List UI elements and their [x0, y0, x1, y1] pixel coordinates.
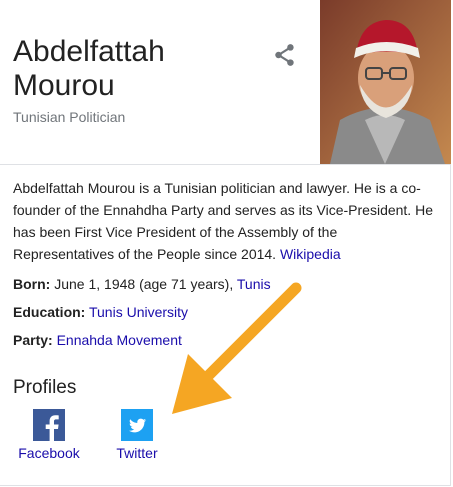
- profile-twitter-label: Twitter: [116, 445, 158, 461]
- knowledge-panel: Abdelfattah Mourou Tunisian Politician A…: [0, 0, 451, 486]
- fact-born: Born: June 1, 1948 (age 71 years), Tunis: [13, 273, 271, 295]
- fact-party-label: Party:: [13, 332, 53, 348]
- twitter-icon: [121, 409, 153, 441]
- fact-education-label: Education:: [13, 304, 86, 320]
- fact-party-link[interactable]: Ennahda Movement: [57, 332, 182, 348]
- fact-born-link[interactable]: Tunis: [237, 276, 271, 292]
- panel-header: Abdelfattah Mourou Tunisian Politician: [0, 0, 451, 165]
- fact-education-link[interactable]: Tunis University: [89, 304, 188, 320]
- profile-facebook[interactable]: Facebook: [9, 409, 89, 461]
- fact-education: Education: Tunis University: [13, 301, 188, 323]
- entity-photo[interactable]: [320, 0, 451, 164]
- profile-twitter[interactable]: Twitter: [97, 409, 177, 461]
- profiles-heading: Profiles: [13, 377, 77, 398]
- share-button[interactable]: [272, 42, 298, 68]
- fact-born-value: June 1, 1948 (age 71 years),: [54, 276, 234, 292]
- share-icon: [275, 44, 294, 66]
- fact-party: Party: Ennahda Movement: [13, 329, 182, 351]
- portrait-image: [320, 0, 451, 164]
- entity-name-line2: Mourou: [13, 69, 115, 102]
- description-text: Abdelfattah Mourou is a Tunisian politic…: [13, 180, 433, 262]
- entity-description: Abdelfattah Mourou is a Tunisian politic…: [13, 177, 441, 265]
- facebook-icon: [33, 409, 65, 441]
- entity-name-line1: Abdelfattah: [13, 35, 165, 68]
- entity-name: Abdelfattah Mourou: [13, 35, 253, 103]
- entity-subtitle: Tunisian Politician: [13, 109, 126, 125]
- fact-born-label: Born:: [13, 276, 51, 292]
- wikipedia-link[interactable]: Wikipedia: [280, 246, 341, 262]
- profile-facebook-label: Facebook: [18, 445, 80, 461]
